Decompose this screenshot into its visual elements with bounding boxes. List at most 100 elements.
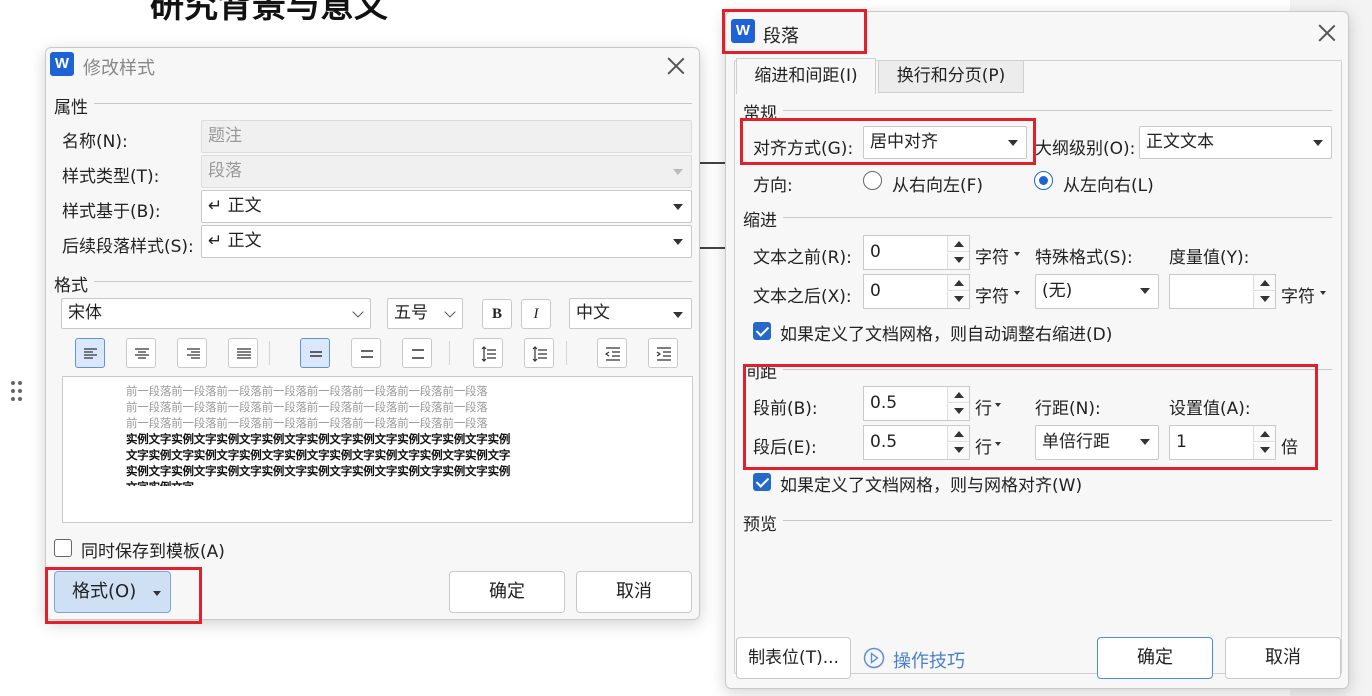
align-right-button[interactable] (177, 338, 207, 368)
single-spacing-button[interactable] (300, 338, 330, 368)
format-button[interactable]: 格式(O) (54, 571, 171, 613)
char-unit-select[interactable]: 字符 (1281, 282, 1315, 307)
based-on-select[interactable]: ↵ 正文 (201, 190, 692, 223)
space-before-spinner[interactable]: 0.5 (863, 386, 970, 421)
tab-stops-button[interactable]: 制表位(T)... (736, 637, 851, 679)
space-before-value: 0.5 (870, 393, 898, 413)
auto-adjust-indent-label: 如果定义了文档网格，则自动调整右缩进(D) (780, 325, 1113, 345)
ok-button[interactable]: 确定 (449, 571, 565, 613)
space-after-label: 段后(E): (753, 438, 817, 458)
toolbar-separator (449, 341, 450, 365)
toolbar-separator (269, 341, 270, 365)
spin-up-icon[interactable] (947, 275, 969, 291)
decrease-space-before-button[interactable] (524, 338, 554, 368)
save-to-template-checkbox[interactable] (54, 539, 72, 557)
tab-line-page-breaks[interactable]: 换行和分页(P) (878, 60, 1024, 93)
close-icon[interactable] (665, 55, 687, 77)
dialog-title: 修改样式 (83, 58, 155, 79)
spin-up-icon[interactable] (947, 387, 969, 403)
format-button-label: 格式(O) (72, 581, 137, 602)
line-unit-select[interactable]: 行 (975, 433, 992, 458)
play-circle-icon (863, 647, 885, 669)
ltr-radio[interactable] (1034, 171, 1053, 190)
spin-up-icon[interactable] (947, 236, 969, 252)
spin-down-icon[interactable] (1253, 443, 1275, 459)
line-spacing-select[interactable]: 单倍行距 (1035, 425, 1159, 460)
spin-down-icon[interactable] (947, 404, 969, 420)
measure-spinner[interactable] (1169, 274, 1276, 309)
save-to-template-label: 同时保存到模板(A) (81, 542, 225, 562)
char-unit-select[interactable]: 字符 (975, 282, 1009, 307)
drag-handle-icon[interactable] (9, 380, 25, 406)
before-text-spinner[interactable]: 0 (863, 235, 970, 270)
italic-button[interactable]: I (521, 299, 551, 329)
rtl-radio[interactable] (863, 171, 882, 190)
one-half-spacing-icon (361, 350, 373, 358)
ltr-label: 从左向右(L) (1063, 176, 1154, 196)
spin-up-icon[interactable] (947, 426, 969, 442)
spin-up-icon[interactable] (1253, 426, 1275, 442)
bold-button[interactable]: B (482, 299, 512, 329)
decrease-indent-icon (605, 347, 620, 361)
cancel-button[interactable]: 取消 (1225, 637, 1341, 679)
align-left-icon (84, 348, 97, 359)
tab-indent-spacing[interactable]: 缩进和间距(I) (736, 58, 876, 94)
section-divider (94, 103, 692, 104)
alignment-select[interactable]: 居中对齐 (863, 126, 1027, 159)
align-center-button[interactable] (126, 338, 156, 368)
section-divider (783, 520, 1332, 521)
preview-sample-line: 文字实例文字 (126, 479, 194, 486)
style-type-select[interactable]: 段落 (201, 155, 692, 188)
close-icon[interactable] (1316, 22, 1338, 44)
caret-down-icon (1320, 291, 1326, 295)
set-value-spinner[interactable]: 1 (1169, 425, 1276, 460)
spin-up-icon[interactable] (1253, 275, 1275, 291)
line-spacing-label: 行距(N): (1035, 399, 1101, 419)
section-divider (783, 369, 1332, 370)
snap-to-grid-checkbox[interactable] (753, 473, 771, 491)
justify-button[interactable] (228, 338, 258, 368)
caret-down-icon (1014, 291, 1020, 295)
preview-sample-line: 文字实例文字实例文字实例文字实例文字实例文字实例文字实例文字实例文字 (126, 448, 511, 462)
spin-down-icon[interactable] (947, 443, 969, 459)
special-format-select[interactable]: (无) (1035, 274, 1159, 309)
increase-indent-icon (656, 347, 671, 361)
font-value: 宋体 (68, 303, 102, 323)
size-value: 五号 (394, 303, 428, 323)
caret-down-icon (1014, 252, 1020, 256)
following-style-label: 后续段落样式(S): (62, 237, 194, 257)
outline-level-select[interactable]: 正文文本 (1139, 126, 1332, 159)
spin-down-icon[interactable] (1253, 292, 1275, 308)
spin-down-icon[interactable] (947, 292, 969, 308)
script-select[interactable]: 中文 (569, 298, 692, 329)
outline-level-label: 大纲级别(O): (1035, 139, 1136, 159)
space-after-spinner[interactable]: 0.5 (863, 425, 970, 460)
style-type-label: 样式类型(T): (62, 167, 160, 187)
section-title-general: 常规 (743, 104, 777, 124)
char-unit-select[interactable]: 字符 (975, 243, 1009, 268)
double-spacing-button[interactable] (402, 338, 432, 368)
before-text-label: 文本之前(R): (753, 248, 852, 268)
font-select[interactable]: 宋体 (61, 298, 371, 329)
single-spacing-icon (310, 351, 322, 357)
wps-writer-logo-icon: W (50, 52, 74, 76)
cancel-button[interactable]: 取消 (576, 571, 692, 613)
after-text-label: 文本之后(X): (753, 287, 852, 307)
one-half-spacing-button[interactable] (351, 338, 381, 368)
before-text-value: 0 (870, 242, 881, 262)
special-format-label: 特殊格式(S): (1035, 248, 1133, 268)
decrease-indent-button[interactable] (597, 338, 627, 368)
section-title-spacing: 间距 (743, 363, 777, 383)
tips-link-label: 操作技巧 (893, 651, 965, 672)
following-style-select[interactable]: ↵ 正文 (201, 225, 692, 258)
after-text-spinner[interactable]: 0 (863, 274, 970, 309)
spin-down-icon[interactable] (947, 253, 969, 269)
increase-indent-button[interactable] (648, 338, 678, 368)
size-select[interactable]: 五号 (387, 298, 463, 329)
align-left-button[interactable] (75, 338, 105, 368)
increase-space-before-button[interactable] (473, 338, 503, 368)
line-unit-select[interactable]: 行 (975, 394, 992, 419)
ok-button[interactable]: 确定 (1097, 637, 1213, 679)
name-input[interactable]: 题注 (201, 120, 692, 153)
auto-adjust-indent-checkbox[interactable] (753, 322, 771, 340)
